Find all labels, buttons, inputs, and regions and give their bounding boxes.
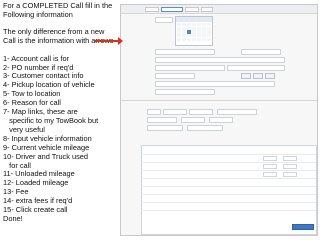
charges-panel xyxy=(141,145,317,235)
pickup-location-field[interactable] xyxy=(155,65,225,71)
po-number-field[interactable] xyxy=(241,49,281,55)
create-call-button[interactable] xyxy=(292,224,314,230)
date-picker[interactable] xyxy=(175,16,213,46)
rate-field[interactable] xyxy=(283,156,297,161)
map-link-button[interactable] xyxy=(265,73,275,79)
charge-row xyxy=(143,162,316,170)
contact-field[interactable] xyxy=(155,57,285,63)
arrow-indicator xyxy=(95,37,123,45)
vehicle-make-field[interactable] xyxy=(163,109,187,115)
account-field[interactable] xyxy=(155,49,215,55)
date-picker-grid[interactable] xyxy=(176,22,212,42)
step-list: 1- Account call is for 2- PO number if r… xyxy=(3,54,119,224)
charge-row xyxy=(143,194,316,202)
charge-row xyxy=(143,154,316,162)
charge-row xyxy=(143,202,316,210)
vehicle-panel xyxy=(121,100,317,138)
vehicle-model-field[interactable] xyxy=(189,109,213,115)
license-plate-field[interactable] xyxy=(181,117,205,123)
charge-row xyxy=(143,186,316,194)
instruction-text: For a COMPLETED Call fill in the Followi… xyxy=(3,1,119,224)
rate-field[interactable] xyxy=(283,164,297,169)
charge-row xyxy=(143,210,316,218)
charge-row xyxy=(143,178,316,186)
notes-field[interactable] xyxy=(155,81,275,87)
intro-block: For a COMPLETED Call fill in the Followi… xyxy=(3,1,119,20)
tab-new-call[interactable] xyxy=(145,7,159,12)
truck-select[interactable] xyxy=(187,125,223,131)
vehicle-year-field[interactable] xyxy=(147,109,161,115)
quantity-field[interactable] xyxy=(263,156,277,161)
extra-field[interactable] xyxy=(155,89,215,95)
tab-completed-call[interactable] xyxy=(161,7,183,12)
map-link-button[interactable] xyxy=(253,73,263,79)
vehicle-color-field[interactable] xyxy=(147,117,177,123)
driver-select[interactable] xyxy=(147,125,183,131)
vin-field[interactable] xyxy=(217,109,257,115)
map-link-button[interactable] xyxy=(241,73,251,79)
intro-line: Following information xyxy=(3,9,73,19)
quantity-field[interactable] xyxy=(263,164,277,169)
tow-to-field[interactable] xyxy=(227,65,285,71)
call-type-bar xyxy=(121,5,317,14)
charge-row xyxy=(143,170,316,178)
tab-quote[interactable] xyxy=(185,7,199,12)
towbook-screenshot xyxy=(120,4,318,236)
call-date-field[interactable] xyxy=(155,17,173,23)
step-item: Done! xyxy=(3,213,23,223)
rate-field[interactable] xyxy=(283,172,297,177)
tab-other[interactable] xyxy=(201,7,213,12)
quantity-field[interactable] xyxy=(263,172,277,177)
reason-field[interactable] xyxy=(155,73,195,79)
difference-block: The only difference from a new Call is t… xyxy=(3,27,119,46)
odometer-field[interactable] xyxy=(209,117,233,123)
